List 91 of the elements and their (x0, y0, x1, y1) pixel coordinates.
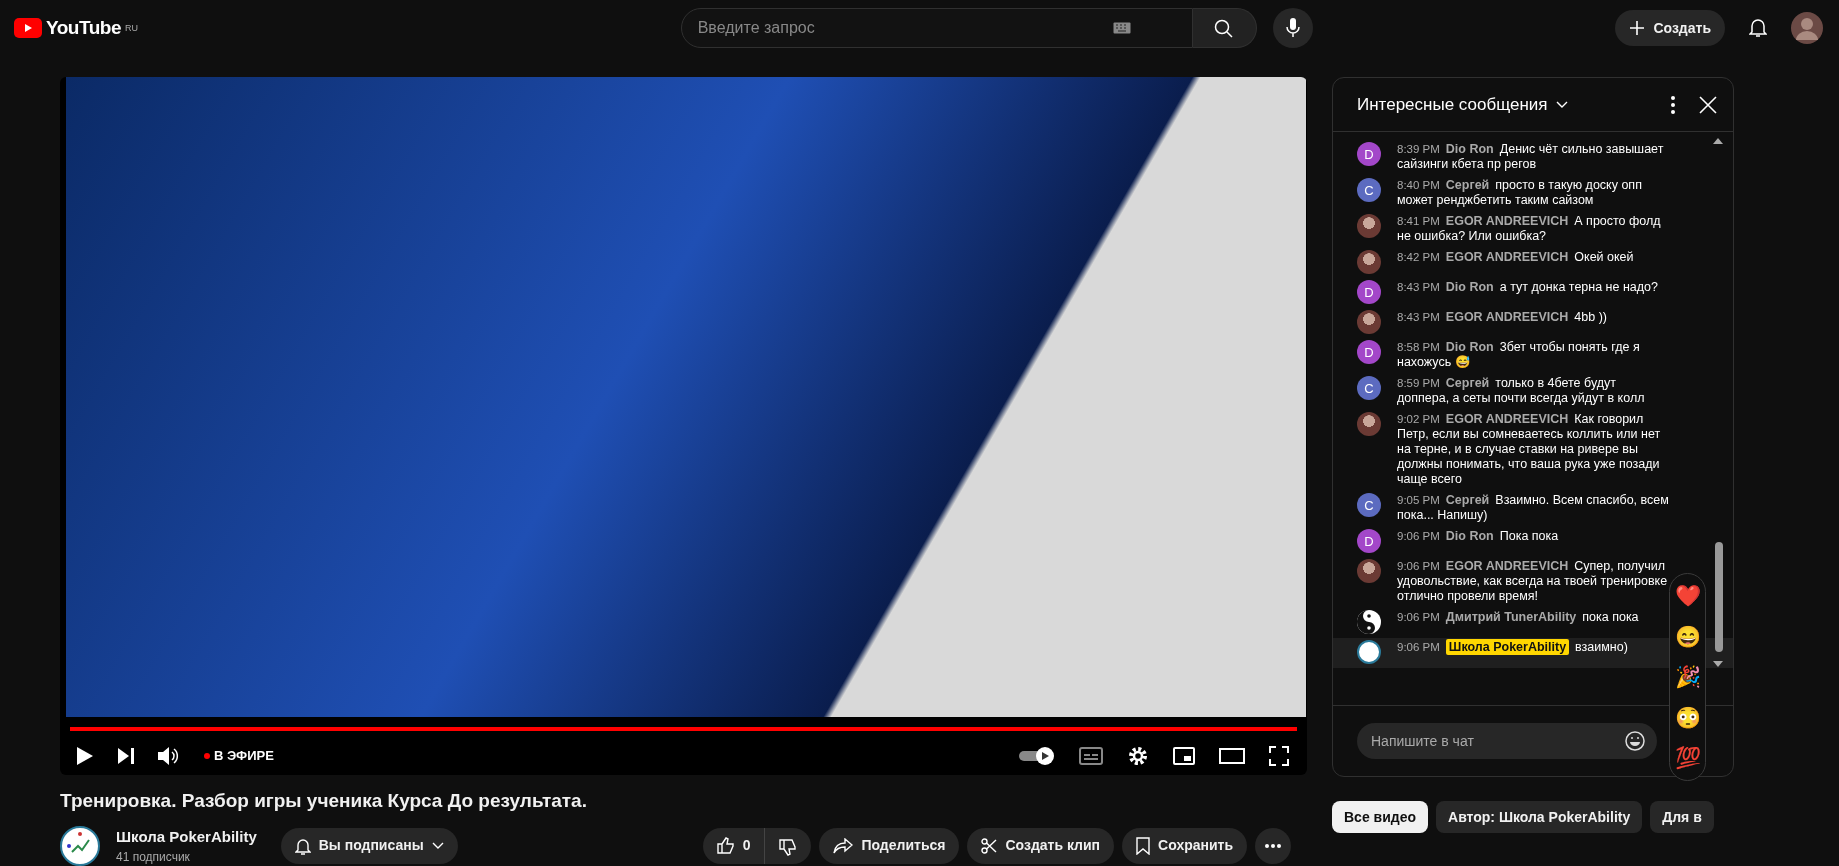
scroll-down-icon[interactable] (1713, 661, 1723, 667)
reaction-emoji[interactable]: 🎉 (1674, 661, 1701, 693)
avatar: D (1357, 529, 1381, 553)
chat-message: 8:59 PM Сергей только в 4бете будут доппера, а сеты почти всегда уйдут в колл (1397, 376, 1646, 406)
scrollbar-thumb[interactable] (1715, 542, 1723, 652)
thumbs-up-icon (716, 836, 735, 855)
microphone-icon (1285, 18, 1300, 38)
miniplayer-icon[interactable] (1173, 747, 1195, 765)
reaction-emoji[interactable]: 😄 (1674, 620, 1701, 652)
chat-message: 8:43 PM EGOR ANDREEVICH 4bb )) (1397, 310, 1607, 326)
search-button[interactable] (1192, 8, 1257, 48)
channel-name[interactable]: Школа PokerAbility (116, 825, 257, 848)
reaction-emoji[interactable]: 😳 (1674, 701, 1701, 733)
chat-input[interactable]: Напишите в чат (1357, 722, 1657, 759)
channel-logo[interactable] (60, 825, 100, 866)
chat-message: 8:39 PM Dio Ron Денис чёт сильно завышает сайзинги кбета пр регов (1397, 142, 1665, 172)
chevron-down-icon (1555, 100, 1568, 109)
video-title: Тренировка. Разбор игры ученика Курса До результата. (60, 789, 588, 813)
yin-yang-avatar (1357, 610, 1381, 634)
scissors-icon (981, 837, 998, 854)
emoji-icon[interactable] (1625, 731, 1645, 751)
filter-chip[interactable]: Все видео (1332, 801, 1428, 833)
fullscreen-icon[interactable] (1269, 746, 1289, 766)
bookmark-icon (1136, 836, 1151, 855)
logo-text[interactable]: YouTube (46, 13, 121, 43)
chat-message: 9:06 PM Дмитрий TunerAbility пока пока (1397, 610, 1639, 626)
chat-message: 9:05 PM Сергей Взаимно. Всем спасибо, всем пока... Напишу) (1397, 493, 1670, 523)
message-text: взаимно) (1575, 640, 1628, 654)
subtitles-icon[interactable] (1079, 747, 1103, 765)
dislike-button[interactable] (765, 827, 812, 864)
chat-message: 9:06 PM Dio Ron Пока пока (1397, 529, 1559, 545)
avatar (1357, 214, 1381, 238)
clip-button[interactable]: Создать клип (967, 827, 1115, 864)
chat-message: 8:58 PM Dio Ron 3бет чтобы понять где я нахожусь 😅 (1397, 340, 1641, 370)
save-button[interactable]: Сохранить (1122, 827, 1248, 864)
video-player[interactable]: В ЭФИРЕ (60, 77, 1307, 775)
avatar (1357, 412, 1381, 436)
avatar: D (1357, 340, 1381, 364)
subscriber-count: 41 подписчик (116, 849, 191, 866)
play-icon[interactable] (76, 746, 94, 766)
search-icon (1214, 18, 1235, 39)
avatar (1357, 310, 1381, 334)
filter-chip[interactable]: Для в (1650, 801, 1714, 833)
avatar: C (1357, 178, 1381, 202)
chat-mode-dropdown[interactable]: Интересные сообщения (1357, 91, 1568, 118)
reaction-emoji[interactable]: ❤ (1674, 580, 1701, 612)
logo-play-icon (14, 18, 42, 38)
avatar: C (1357, 493, 1381, 517)
owner-badge: Школа PokerAbility (1445, 639, 1570, 655)
theater-mode-icon[interactable] (1219, 748, 1245, 764)
avatar: C (1357, 376, 1381, 400)
more-options-icon[interactable] (1671, 95, 1675, 114)
avatar: D (1357, 142, 1381, 166)
chat-message: 8:43 PM Dio Ron а тут донка терна не надо? (1397, 280, 1658, 296)
more-icon (1265, 843, 1282, 848)
chat-message: 9:06 PM EGOR ANDREEVICH Супер, получил удовольствие, как всегда на твоей тренировке отлично провели время! (1397, 559, 1669, 604)
plus-icon (1629, 20, 1646, 36)
more-actions-button[interactable] (1255, 827, 1292, 864)
scroll-up-icon[interactable] (1713, 138, 1723, 144)
volume-icon[interactable] (158, 746, 180, 766)
settings-icon[interactable] (1127, 745, 1149, 767)
chat-message: 9:02 PM EGOR ANDREEVICH Как говорил Петр, если вы сомневаетесь коллить или нет на терне, и в случае ставки на ривере вы должны понимать, что ваша рука уже позади чаще всего (1397, 412, 1662, 487)
chat-message: 8:41 PM EGOR ANDREEVICH А просто фолд не ошибка? Или ошибка? (1397, 214, 1662, 244)
chevron-down-icon (431, 841, 444, 850)
channel-logo (1357, 640, 1381, 664)
share-icon (833, 837, 854, 854)
next-icon[interactable] (118, 748, 134, 764)
message-time: 9:06 PM (1397, 641, 1440, 653)
voice-search-button[interactable] (1272, 8, 1313, 48)
chat-message: 8:40 PM Сергей просто в такую доску опп может ренджбетить таким сайзом (1397, 178, 1643, 208)
thumbs-down-icon (779, 837, 798, 856)
filter-chip[interactable]: Автор: Школа PokerAbility (1436, 801, 1643, 833)
chat-message: 8:42 PM EGOR ANDREEVICH Окей окей (1397, 250, 1634, 266)
like-button[interactable]: 0 (702, 827, 766, 864)
share-button[interactable]: Поделиться (819, 827, 960, 864)
account-avatar[interactable] (1791, 12, 1823, 44)
create-button[interactable]: Создать (1615, 10, 1725, 46)
live-label[interactable]: В ЭФИРЕ (214, 746, 274, 766)
keyboard-icon[interactable] (1112, 22, 1131, 34)
autoplay-toggle[interactable] (1019, 746, 1055, 766)
reaction-emoji[interactable]: 💯 (1674, 742, 1701, 774)
close-icon[interactable] (1699, 95, 1717, 114)
subscribed-button[interactable]: Вы подписаны (280, 827, 458, 864)
avatar: D (1357, 280, 1381, 304)
avatar (1357, 250, 1381, 274)
region-label: RU (124, 21, 138, 35)
live-dot-icon (204, 753, 210, 759)
notifications-icon[interactable] (1749, 18, 1767, 38)
search-field[interactable]: Введите запрос (680, 8, 1193, 48)
avatar (1357, 559, 1381, 583)
bell-icon (294, 836, 311, 855)
